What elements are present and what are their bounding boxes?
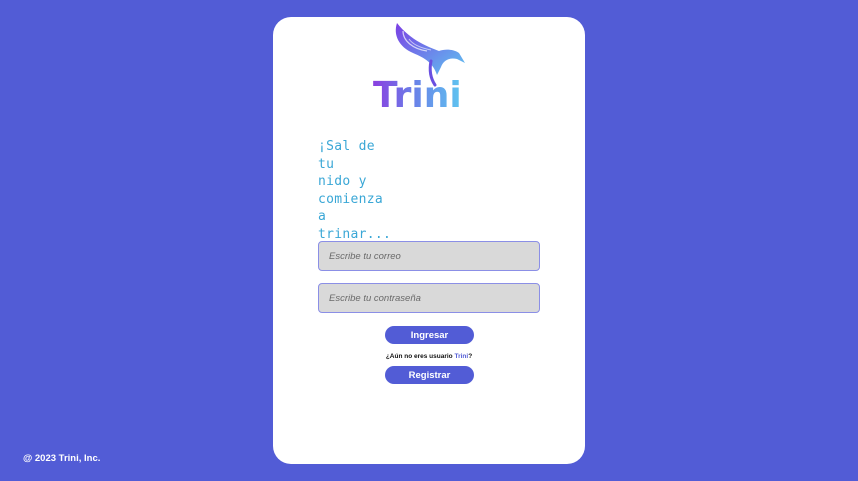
tagline-line-2: nido y <box>318 174 367 189</box>
register-prompt-text: ¿Aún no eres usuario <box>385 353 455 360</box>
register-prompt-end: ? <box>468 353 473 360</box>
email-field[interactable] <box>318 241 540 271</box>
register-prompt: ¿Aún no eres usuario Trini? <box>273 353 585 360</box>
register-prompt-brand: Trini <box>454 353 469 360</box>
tagline-line-3: comienza <box>318 191 384 207</box>
login-card: Trini ¡Sal de tu nido y comienza a trina… <box>273 17 585 464</box>
logo-wordmark: Trini <box>373 75 462 111</box>
tagline-line-1: ¡Sal de tu <box>318 139 375 172</box>
register-button[interactable]: Registrar <box>385 366 474 384</box>
tagline: ¡Sal de tu nido y comienza a trinar... <box>318 138 398 243</box>
tagline-line-4: a trinar... <box>318 209 392 242</box>
trini-logo: Trini <box>373 21 489 111</box>
password-field[interactable] <box>318 283 540 313</box>
login-button[interactable]: Ingresar <box>385 326 474 344</box>
copyright-footer: @ 2023 Trini, Inc. <box>23 453 101 464</box>
